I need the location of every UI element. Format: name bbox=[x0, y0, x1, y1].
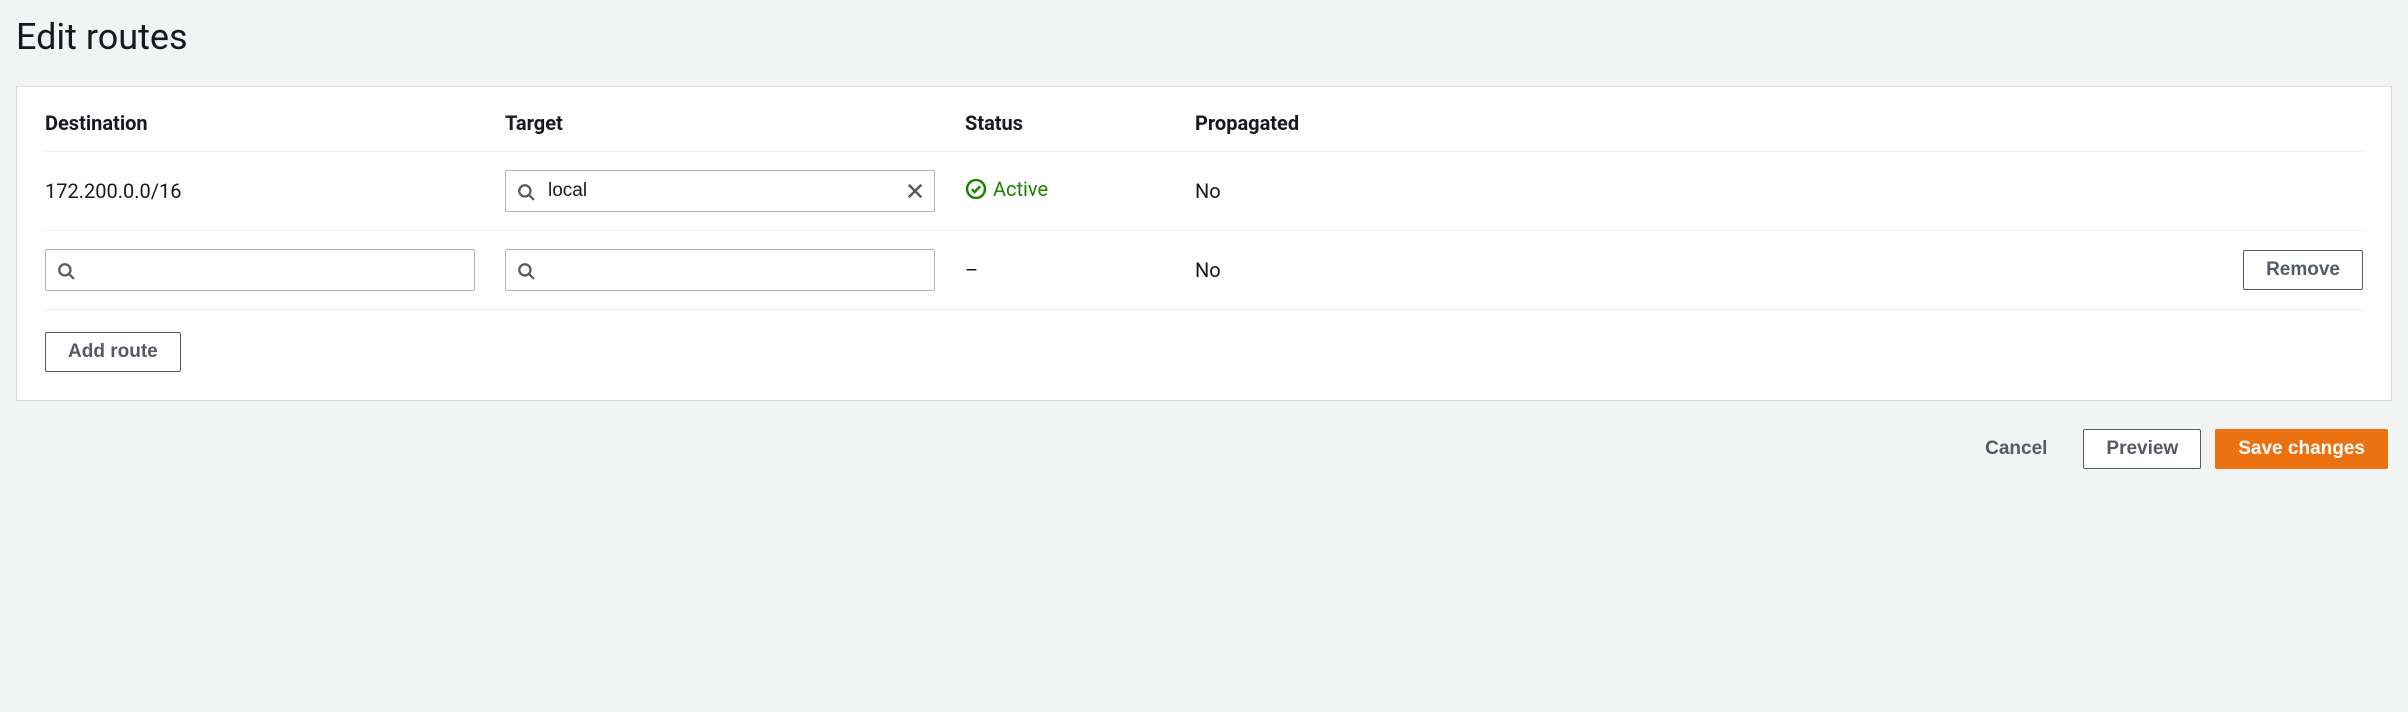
header-status: Status bbox=[965, 111, 1195, 135]
clear-icon[interactable] bbox=[905, 181, 925, 201]
header-target: Target bbox=[505, 111, 965, 135]
check-circle-icon bbox=[965, 178, 987, 200]
destination-input[interactable] bbox=[45, 249, 475, 291]
status-value: – bbox=[965, 258, 1195, 282]
table-row: – No Remove bbox=[45, 231, 2363, 310]
table-row: 172.200.0.0/16 Active No bbox=[45, 152, 2363, 231]
preview-button[interactable]: Preview bbox=[2083, 429, 2201, 469]
status-text: Active bbox=[993, 177, 1048, 201]
save-button[interactable]: Save changes bbox=[2215, 429, 2388, 469]
propagated-value: No bbox=[1195, 179, 1355, 203]
footer-actions: Cancel Preview Save changes bbox=[16, 429, 2392, 469]
routes-panel: Destination Target Status Propagated 172… bbox=[16, 86, 2392, 401]
destination-value: 172.200.0.0/16 bbox=[45, 179, 505, 203]
remove-button[interactable]: Remove bbox=[2243, 250, 2363, 290]
target-input[interactable] bbox=[505, 249, 935, 291]
header-destination: Destination bbox=[45, 111, 505, 135]
header-propagated: Propagated bbox=[1195, 111, 1355, 135]
page-title: Edit routes bbox=[16, 16, 2392, 58]
add-route-button[interactable]: Add route bbox=[45, 332, 181, 372]
target-input[interactable] bbox=[505, 170, 935, 212]
table-header: Destination Target Status Propagated bbox=[45, 111, 2363, 152]
status-badge: Active bbox=[965, 177, 1048, 201]
cancel-button[interactable]: Cancel bbox=[1963, 429, 2069, 469]
propagated-value: No bbox=[1195, 258, 1355, 282]
